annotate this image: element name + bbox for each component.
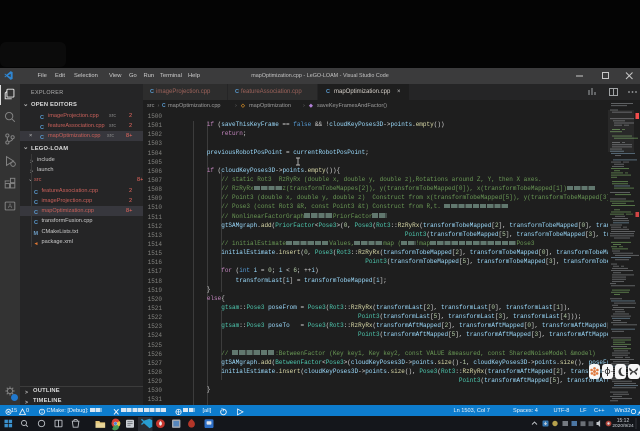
svg-text:A: A: [8, 203, 13, 210]
